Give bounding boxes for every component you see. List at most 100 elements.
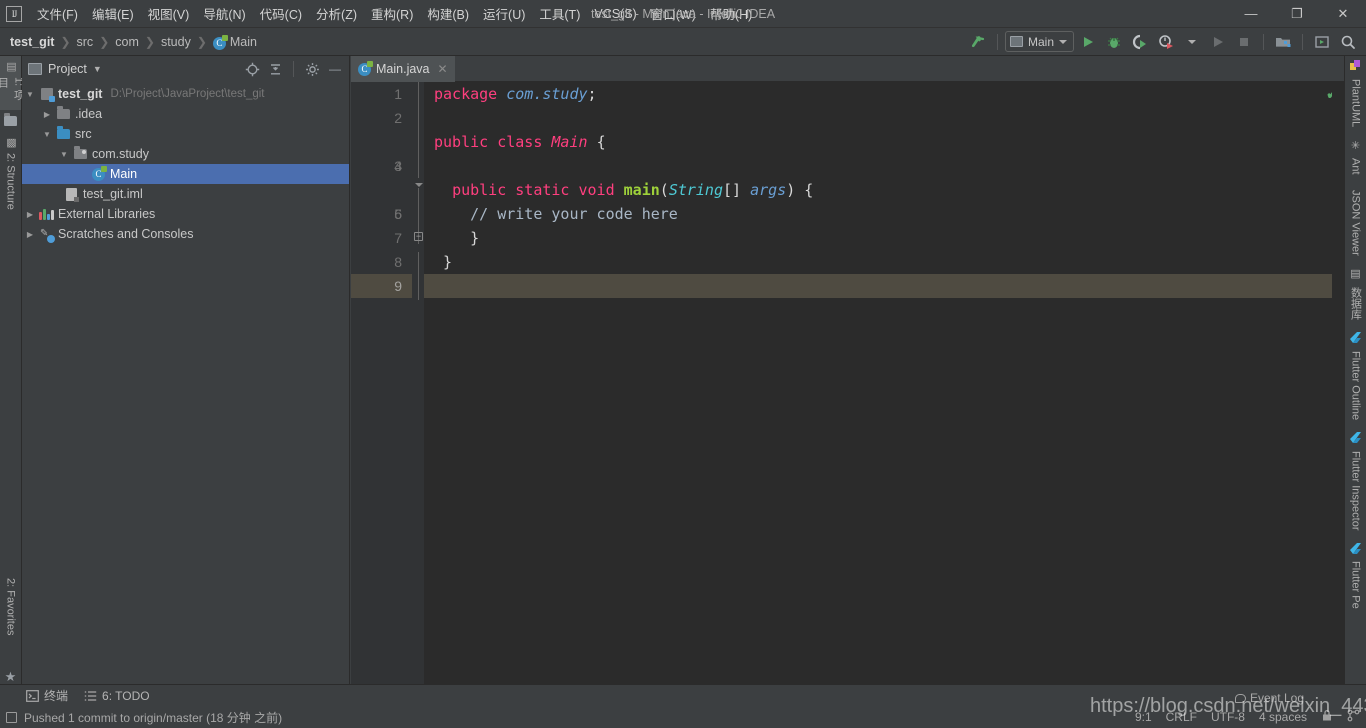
project-structure-button[interactable] [1271, 31, 1295, 53]
vcs-status-message[interactable]: Pushed 1 commit to origin/master (18 分钟 … [24, 709, 282, 726]
maximize-button[interactable]: ❐ [1274, 0, 1320, 28]
run-anything-button[interactable] [1310, 31, 1334, 53]
sidebar-item-structure[interactable]: ▩ 2: Structure [0, 132, 21, 230]
menu-navigate[interactable]: 导航(N) [196, 0, 252, 27]
rerun-button[interactable] [1206, 31, 1230, 53]
code-editor[interactable]: 1 2 3 4 5 6 7 8 9 − package com.study; p… [351, 82, 1344, 688]
menu-refactor[interactable]: 重构(R) [364, 0, 420, 27]
run-with-coverage-button[interactable] [1128, 31, 1152, 53]
sidebar-item-project[interactable]: ▤ 1: 项目 [0, 56, 25, 110]
fold-collapse-marker[interactable]: − [414, 232, 423, 241]
menu-edit[interactable]: 编辑(E) [85, 0, 141, 27]
profile-button[interactable] [1154, 31, 1178, 53]
chevron-right-icon[interactable]: ▶ [39, 110, 55, 119]
tree-node-com-study[interactable]: ▼ com.study [22, 144, 349, 164]
sidebar-item-flutter-performance[interactable]: Flutter Pe [1350, 556, 1362, 619]
collapse-all-button[interactable] [265, 59, 285, 79]
locate-file-button[interactable] [242, 59, 262, 79]
status-caret-position[interactable]: 9:1 [1135, 710, 1152, 724]
menu-build[interactable]: 构建(B) [420, 0, 476, 27]
menu-window[interactable]: 窗口(W) [644, 0, 703, 27]
sidebar-item-plantuml[interactable]: PlantUML [1350, 74, 1362, 137]
status-indent[interactable]: 4 spaces [1259, 710, 1307, 724]
menu-vcs[interactable]: VCS(S) [587, 3, 643, 25]
libraries-icon [38, 208, 55, 220]
tree-node-test-git-iml[interactable]: test_git.iml [22, 184, 349, 204]
tree-node-src[interactable]: ▼ src [22, 124, 349, 144]
project-window-icon: ▤ [5, 60, 17, 73]
breadcrumb-item-src[interactable]: src [77, 35, 94, 49]
sidebar-item-favorites[interactable]: 2: Favorites [0, 574, 21, 666]
code-line-6: // write your code here [424, 202, 1344, 226]
chevron-down-icon[interactable]: ▼ [39, 130, 55, 139]
project-panel-toolbar: — [242, 59, 345, 79]
debug-button[interactable] [1102, 31, 1126, 53]
stop-button[interactable] [1232, 31, 1256, 53]
close-brace: } [470, 229, 480, 247]
menu-file[interactable]: 文件(F) [30, 0, 85, 27]
toolwindow-todo[interactable]: 6: TODO [84, 689, 150, 703]
sidebar-item-flutter-inspector[interactable]: Flutter Inspector [1350, 446, 1362, 540]
menu-help[interactable]: 帮助(H) [703, 0, 759, 27]
breadcrumb-item-com[interactable]: com [115, 35, 139, 49]
tree-node-external-libraries[interactable]: ▶ External Libraries [22, 204, 349, 224]
tree-node-scratches-consoles[interactable]: ▶ ✎ Scratches and Consoles [22, 224, 349, 244]
tab-main-java[interactable]: C Main.java ✕ [351, 56, 455, 82]
code-line-8: } [424, 250, 1344, 274]
sidebar-item-ant[interactable]: Ant [1350, 153, 1362, 185]
code-line-7: } [424, 226, 1344, 250]
tree-node-idea[interactable]: ▶ .idea [22, 104, 349, 124]
breadcrumb-item-study[interactable]: study [161, 35, 191, 49]
tree-node-test-git[interactable]: ▼ test_git D:\Project\JavaProject\test_g… [22, 84, 349, 104]
status-line-separator[interactable]: CRLF [1166, 710, 1197, 724]
hide-panel-button[interactable]: — [325, 59, 345, 79]
minimize-button[interactable]: — [1228, 0, 1274, 28]
run-configuration-selector[interactable]: Main [1004, 31, 1074, 52]
code-text-area[interactable]: ✔ package com.study; public class Main {… [424, 82, 1344, 688]
fold-expand-marker[interactable] [414, 183, 423, 187]
menu-analyze[interactable]: 分析(Z) [309, 0, 364, 27]
sidebar-item-json-viewer[interactable]: JSON Viewer [1350, 185, 1362, 266]
editor-fold-column[interactable]: − [412, 82, 424, 688]
run-button[interactable] [1076, 31, 1100, 53]
menu-code[interactable]: 代码(C) [253, 0, 309, 27]
status-encoding[interactable]: UTF-8 [1211, 710, 1245, 724]
chevron-down-icon [1188, 39, 1196, 44]
chevron-right-icon[interactable]: ▶ [22, 230, 38, 239]
menu-view[interactable]: 视图(V) [141, 0, 197, 27]
lock-icon[interactable] [1321, 709, 1333, 725]
tree-node-main[interactable]: C Main [22, 164, 349, 184]
profile-dropdown-icon[interactable] [1180, 31, 1204, 53]
git-branch-icon[interactable] [1347, 709, 1360, 725]
close-button[interactable]: ✕ [1320, 0, 1366, 28]
menu-run[interactable]: 运行(U) [476, 0, 532, 27]
run-config-label: Main [1027, 34, 1054, 49]
chevron-down-icon[interactable]: ▼ [56, 150, 72, 159]
editor-scrollbar[interactable] [1332, 82, 1344, 688]
toolwindow-terminal[interactable]: 终端 [26, 687, 68, 704]
close-icon[interactable]: ✕ [438, 62, 448, 76]
event-log-button[interactable]: Event Log [1234, 691, 1304, 705]
toolbar-separator [1302, 33, 1303, 50]
chevron-right-icon[interactable]: ▶ [22, 210, 38, 219]
intellij-logo-icon: IJ [6, 5, 22, 22]
chevron-down-icon[interactable]: ▼ [93, 64, 102, 74]
editor-gutter[interactable]: 1 2 3 4 5 6 7 8 9 [351, 82, 422, 688]
search-icon[interactable] [1336, 31, 1360, 53]
breadcrumb-item-project[interactable]: test_git [10, 35, 54, 49]
project-tool-window: Project ▼ — ▼ test_git D:\Project\JavaPr… [22, 56, 350, 688]
notification-bubble-icon [1234, 693, 1246, 703]
sidebar-item-flutter-outline[interactable]: Flutter Outline [1350, 346, 1362, 430]
update-project-icon[interactable] [966, 31, 990, 53]
breadcrumb-item-main[interactable]: Main [230, 35, 257, 49]
java-class-icon: C [212, 35, 228, 50]
right-tool-stripe: PlantUML ✳ Ant JSON Viewer ▤ 数据库 Flutter… [1344, 56, 1366, 688]
menu-tools[interactable]: 工具(T) [532, 0, 587, 27]
gear-icon[interactable] [302, 59, 322, 79]
iml-file-icon [63, 187, 80, 202]
chevron-down-icon[interactable]: ▼ [22, 90, 38, 99]
comment-text: // write your code here [470, 205, 678, 223]
tree-node-label: test_git.iml [83, 187, 143, 201]
sidebar-item-database[interactable]: 数据库 [1348, 282, 1364, 330]
